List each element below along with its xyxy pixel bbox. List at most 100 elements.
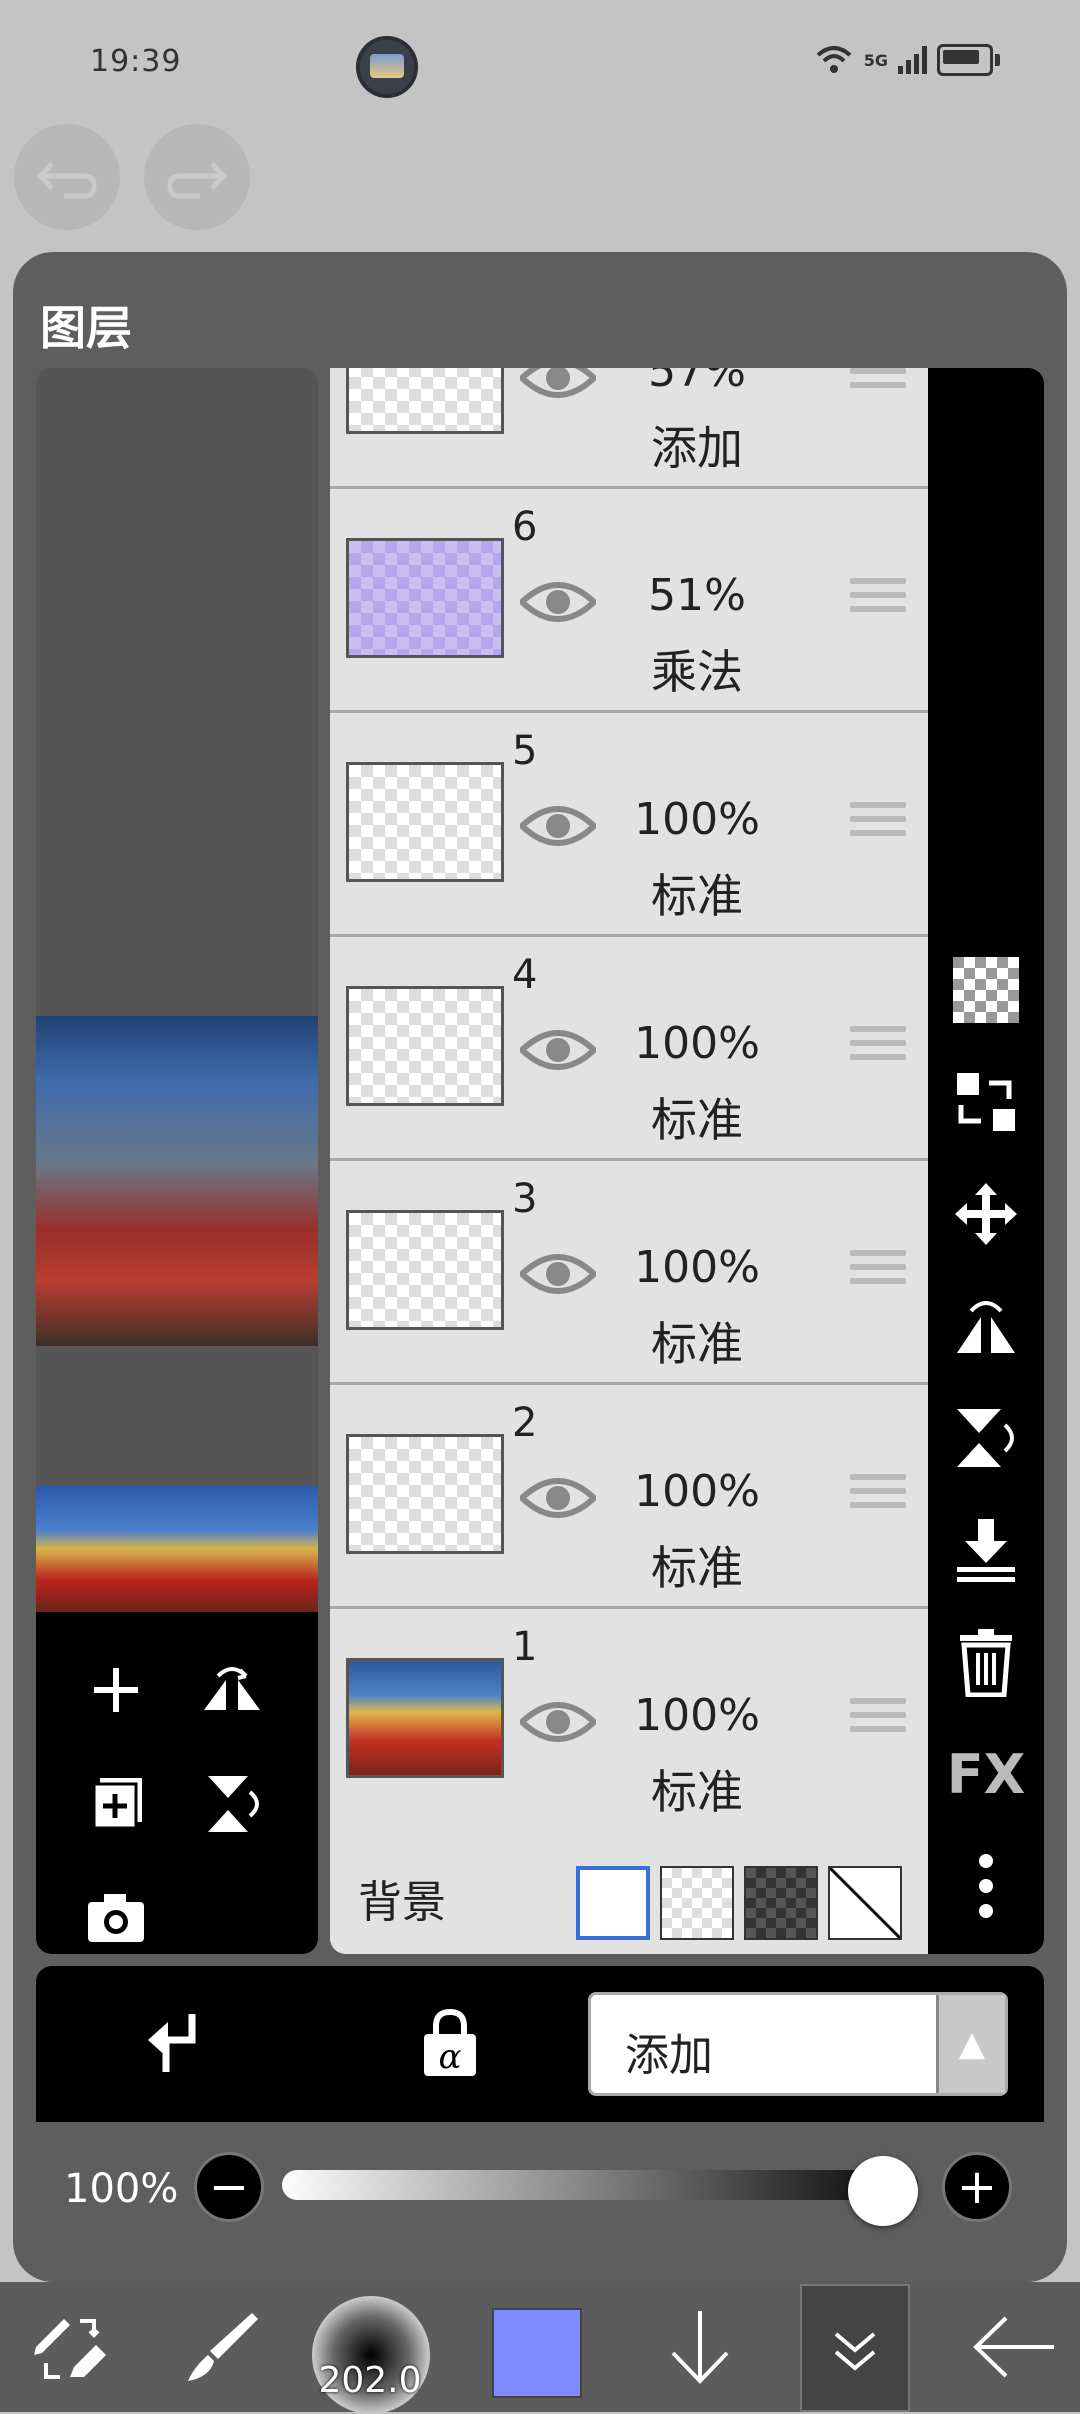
- layer-opacity: 51%: [648, 570, 746, 621]
- battery-icon: [937, 44, 993, 76]
- eye-icon[interactable]: [520, 802, 596, 850]
- redo-button[interactable]: [144, 124, 250, 230]
- drag-handle-icon[interactable]: [850, 1698, 906, 1748]
- panel-title: 图层: [40, 301, 132, 355]
- chevron-up-icon[interactable]: ▲: [936, 1995, 1005, 2093]
- layer-row-7[interactable]: 57% 添加: [330, 368, 928, 489]
- layer-thumbnail: [346, 1210, 504, 1330]
- clipping-icon: [148, 2014, 196, 2072]
- camera-icon: [88, 1894, 144, 1942]
- layer-opacity: 100%: [634, 1242, 760, 1293]
- drag-handle-icon[interactable]: [850, 1250, 906, 1300]
- transparency-button[interactable]: [948, 952, 1024, 1028]
- eye-icon[interactable]: [520, 1250, 596, 1298]
- layer-row-3[interactable]: 3 100% 标准: [330, 1158, 928, 1385]
- alpha-lock-button[interactable]: α: [420, 2008, 480, 2093]
- layer-thumbnail: [346, 986, 504, 1106]
- flip-vertical-icon: [208, 1776, 259, 1832]
- swap-icon: [957, 1073, 1015, 1131]
- drag-handle-icon[interactable]: [850, 1026, 906, 1076]
- swap-layer-button[interactable]: [948, 1064, 1024, 1140]
- layer-blend-mode: 标准: [651, 1765, 743, 1819]
- undo-button[interactable]: [14, 124, 120, 230]
- eye-icon[interactable]: [520, 1698, 596, 1746]
- color-picker-button[interactable]: [492, 2308, 582, 2398]
- layer-opacity: 100%: [634, 794, 760, 845]
- add-layer-button[interactable]: [76, 1650, 156, 1730]
- layer-row-6[interactable]: 6 51% 乘法: [330, 486, 928, 713]
- layer-thumbnail: [346, 368, 504, 434]
- back-button[interactable]: [960, 2282, 1070, 2412]
- layer-options-bar: α 添加 ▲: [36, 1966, 1044, 2122]
- move-button[interactable]: [948, 1176, 1024, 1252]
- layer-preview-column: [36, 368, 318, 1954]
- duplicate-layer-button[interactable]: [76, 1764, 156, 1844]
- eye-icon[interactable]: [520, 1026, 596, 1074]
- layer-opacity: 57%: [648, 368, 746, 397]
- blend-mode-select[interactable]: 添加 ▲: [588, 1992, 1008, 2096]
- layer-blend-mode: 乘法: [651, 645, 743, 699]
- camera-button[interactable]: [76, 1878, 156, 1954]
- layer-thumbnail: [346, 1434, 504, 1554]
- tool-switch-button[interactable]: [20, 2282, 120, 2412]
- undo-icon: [36, 162, 97, 199]
- layer-thumbnail: [346, 1658, 504, 1778]
- drag-handle-icon[interactable]: [850, 1474, 906, 1524]
- layer-thumbnail: [346, 538, 504, 658]
- layer-blend-mode: 标准: [651, 869, 743, 923]
- opacity-slider[interactable]: [282, 2170, 918, 2200]
- pen-eraser-icon: [34, 2319, 106, 2379]
- status-time: 19:39: [90, 44, 182, 79]
- layer-number: 3: [512, 1176, 538, 1222]
- background-label: 背景: [358, 1877, 446, 1928]
- layer-row-4[interactable]: 4 100% 标准: [330, 934, 928, 1161]
- opacity-increase-button[interactable]: +: [942, 2152, 1012, 2222]
- more-button[interactable]: [948, 1848, 1024, 1924]
- background-white-swatch[interactable]: [576, 1866, 650, 1940]
- drag-handle-icon[interactable]: [850, 578, 906, 628]
- layer-blend-mode: 标准: [651, 1317, 743, 1371]
- arrow-left-icon: [973, 2316, 1054, 2378]
- double-chevron-down-icon: [834, 2332, 876, 2371]
- drag-handle-icon[interactable]: [850, 368, 906, 404]
- background-none-swatch[interactable]: [828, 1866, 902, 1940]
- blend-mode-value: 添加: [625, 2030, 713, 2081]
- clipping-button[interactable]: [144, 2010, 204, 2091]
- delete-layer-button[interactable]: [948, 1624, 1024, 1700]
- layer-opacity: 100%: [634, 1466, 760, 1517]
- flip-vertical-button[interactable]: [192, 1764, 272, 1844]
- merge-down-button[interactable]: [948, 1512, 1024, 1588]
- canvas-thumbnail[interactable]: [36, 1486, 318, 1612]
- eye-icon[interactable]: [520, 578, 596, 626]
- fx-icon[interactable]: FX: [947, 1736, 1026, 1812]
- brush-icon: [188, 2313, 258, 2381]
- layer-row-5[interactable]: 5 100% 标准: [330, 710, 928, 937]
- more-vertical-icon: [979, 1854, 993, 1918]
- layer-row-1[interactable]: 1 100% 标准: [330, 1606, 928, 1833]
- network-label: 5G: [863, 50, 888, 70]
- plus-icon: [94, 1668, 138, 1712]
- arrow-down-icon: [671, 2311, 729, 2384]
- drag-handle-icon[interactable]: [850, 802, 906, 852]
- opacity-control: 100% − +: [36, 2122, 1044, 2252]
- brush-button[interactable]: [170, 2282, 270, 2412]
- opacity-slider-thumb[interactable]: [848, 2156, 918, 2226]
- background-checker-swatch[interactable]: [660, 1866, 734, 1940]
- duplicate-icon: [92, 1778, 142, 1830]
- status-icons: 5G: [814, 44, 1000, 76]
- flip-layer-vertical-button[interactable]: [948, 1400, 1024, 1476]
- svg-text:α: α: [439, 2037, 462, 2077]
- layer-panel-toggle-button[interactable]: [800, 2284, 910, 2412]
- layer-blend-mode: 标准: [651, 1541, 743, 1595]
- background-dark-checker-swatch[interactable]: [744, 1866, 818, 1940]
- layer-row-2[interactable]: 2 100% 标准: [330, 1382, 928, 1609]
- flip-horizontal-icon: [204, 1667, 260, 1710]
- eye-icon[interactable]: [520, 368, 596, 402]
- flip-layer-horizontal-button[interactable]: [948, 1288, 1024, 1364]
- wifi-icon: [816, 46, 852, 73]
- flip-horizontal-button[interactable]: [192, 1650, 272, 1730]
- layer-down-button[interactable]: [650, 2282, 750, 2412]
- eye-icon[interactable]: [520, 1474, 596, 1522]
- opacity-decrease-button[interactable]: −: [194, 2152, 264, 2222]
- layer-blend-mode: 标准: [651, 1093, 743, 1147]
